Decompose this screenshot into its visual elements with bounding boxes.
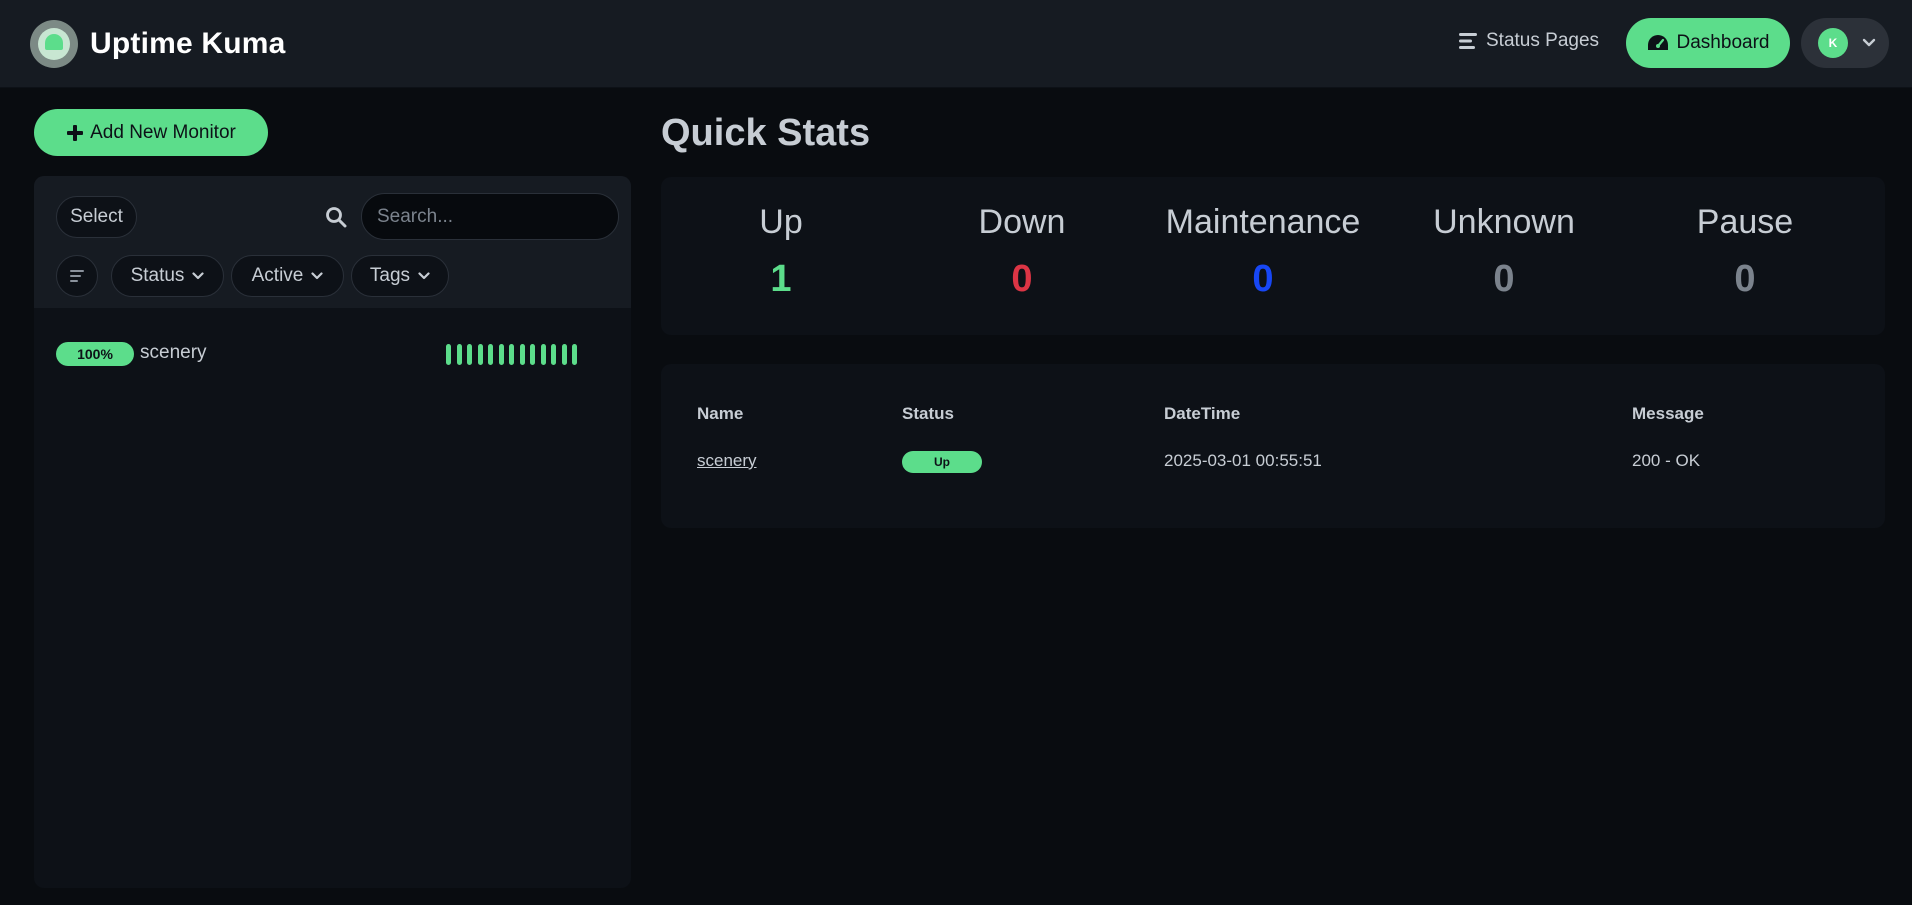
stat-value: 0 [1252,258,1274,300]
stat-unknown: Unknown 0 [1384,203,1624,301]
heartbeat-beat [488,344,493,365]
heartbeat-beat [572,344,577,365]
stat-up: Up 1 [661,203,901,301]
profile-menu[interactable]: K [1801,18,1889,68]
stat-value: 0 [1734,258,1756,300]
heartbeat-bar [446,344,577,365]
heartbeat-beat [551,344,556,365]
monitor-list-toolbar: Select Status Active Tags [34,176,631,308]
heartbeat-beat [561,344,567,365]
column-header-status: Status [902,404,954,423]
select-button[interactable]: Select [56,196,137,238]
status-filter-dropdown[interactable]: Status [111,255,224,297]
status-badge: Up [902,451,982,473]
event-monitor-link[interactable]: scenery [697,451,757,471]
quick-stats-title: Quick Stats [661,112,871,154]
monitor-name: scenery [140,342,207,363]
event-datetime: 2025-03-01 00:55:51 [1164,451,1322,470]
stat-label: Up [759,203,803,241]
plus-icon [67,124,84,141]
heartbeat-beat [446,344,451,365]
heartbeat-beat [519,344,525,365]
heartbeat-beat [477,344,483,365]
stat-label: Pause [1696,203,1794,241]
sort-icon [70,270,84,282]
active-filter-dropdown[interactable]: Active [231,255,344,297]
chevron-down-icon [311,272,323,280]
stat-value: 0 [1493,258,1515,300]
heartbeat-beat [530,344,535,365]
monitor-list-item[interactable]: 100% scenery [34,328,631,378]
add-new-monitor-button[interactable]: Add New Monitor [34,109,268,156]
active-filter-label: Active [251,265,304,286]
heartbeat-beat [509,344,514,365]
stat-label: Maintenance [1165,203,1361,241]
column-header-message: Message [1632,404,1704,423]
heartbeat-beat [467,344,472,365]
search-input[interactable] [361,193,619,240]
column-header-datetime: DateTime [1164,404,1241,423]
status-filter-label: Status [130,265,185,286]
status-pages-link[interactable]: Status Pages [1458,30,1599,52]
event-message: 200 - OK [1632,451,1701,470]
dashboard-label: Dashboard [1676,32,1770,53]
chevron-down-icon [418,272,430,280]
app-title: Uptime Kuma [90,27,286,60]
add-new-monitor-label: Add New Monitor [90,121,236,143]
chevron-down-icon [192,272,205,280]
column-header-name: Name [697,404,744,423]
important-events-table: Name Status DateTime Message scenery Up … [661,364,1885,528]
monitor-list-panel: Select Status Active Tags [34,176,631,888]
stat-pause: Pause 0 [1625,203,1865,301]
stat-down: Down 0 [902,203,1142,301]
gauge-icon [1647,35,1668,50]
uptime-badge: 100% [56,342,134,366]
stat-value: 0 [1011,258,1033,300]
tags-filter-label: Tags [369,265,411,286]
sort-button[interactable] [56,255,98,297]
heartbeat-beat [456,344,462,365]
stat-label: Unknown [1433,203,1575,241]
chevron-down-icon [1862,38,1876,47]
avatar: K [1818,28,1848,58]
stat-maintenance: Maintenance 0 [1143,203,1383,301]
tags-filter-dropdown[interactable]: Tags [351,255,449,297]
heartbeat-beat [498,344,504,365]
top-navbar: Uptime Kuma Status Pages Dashboard K [0,0,1912,88]
status-pages-label: Status Pages [1486,30,1600,51]
list-icon [1459,33,1477,49]
heartbeat-beat [540,344,546,365]
stat-value: 1 [770,258,792,300]
quick-stats-card: Up 1 Down 0 Maintenance 0 Unknown 0 Paus… [661,177,1885,335]
search-icon [326,207,347,228]
uptime-kuma-logo [30,20,78,68]
stat-label: Down [978,203,1066,241]
brand[interactable]: Uptime Kuma [30,20,286,68]
dashboard-button[interactable]: Dashboard [1626,18,1790,68]
